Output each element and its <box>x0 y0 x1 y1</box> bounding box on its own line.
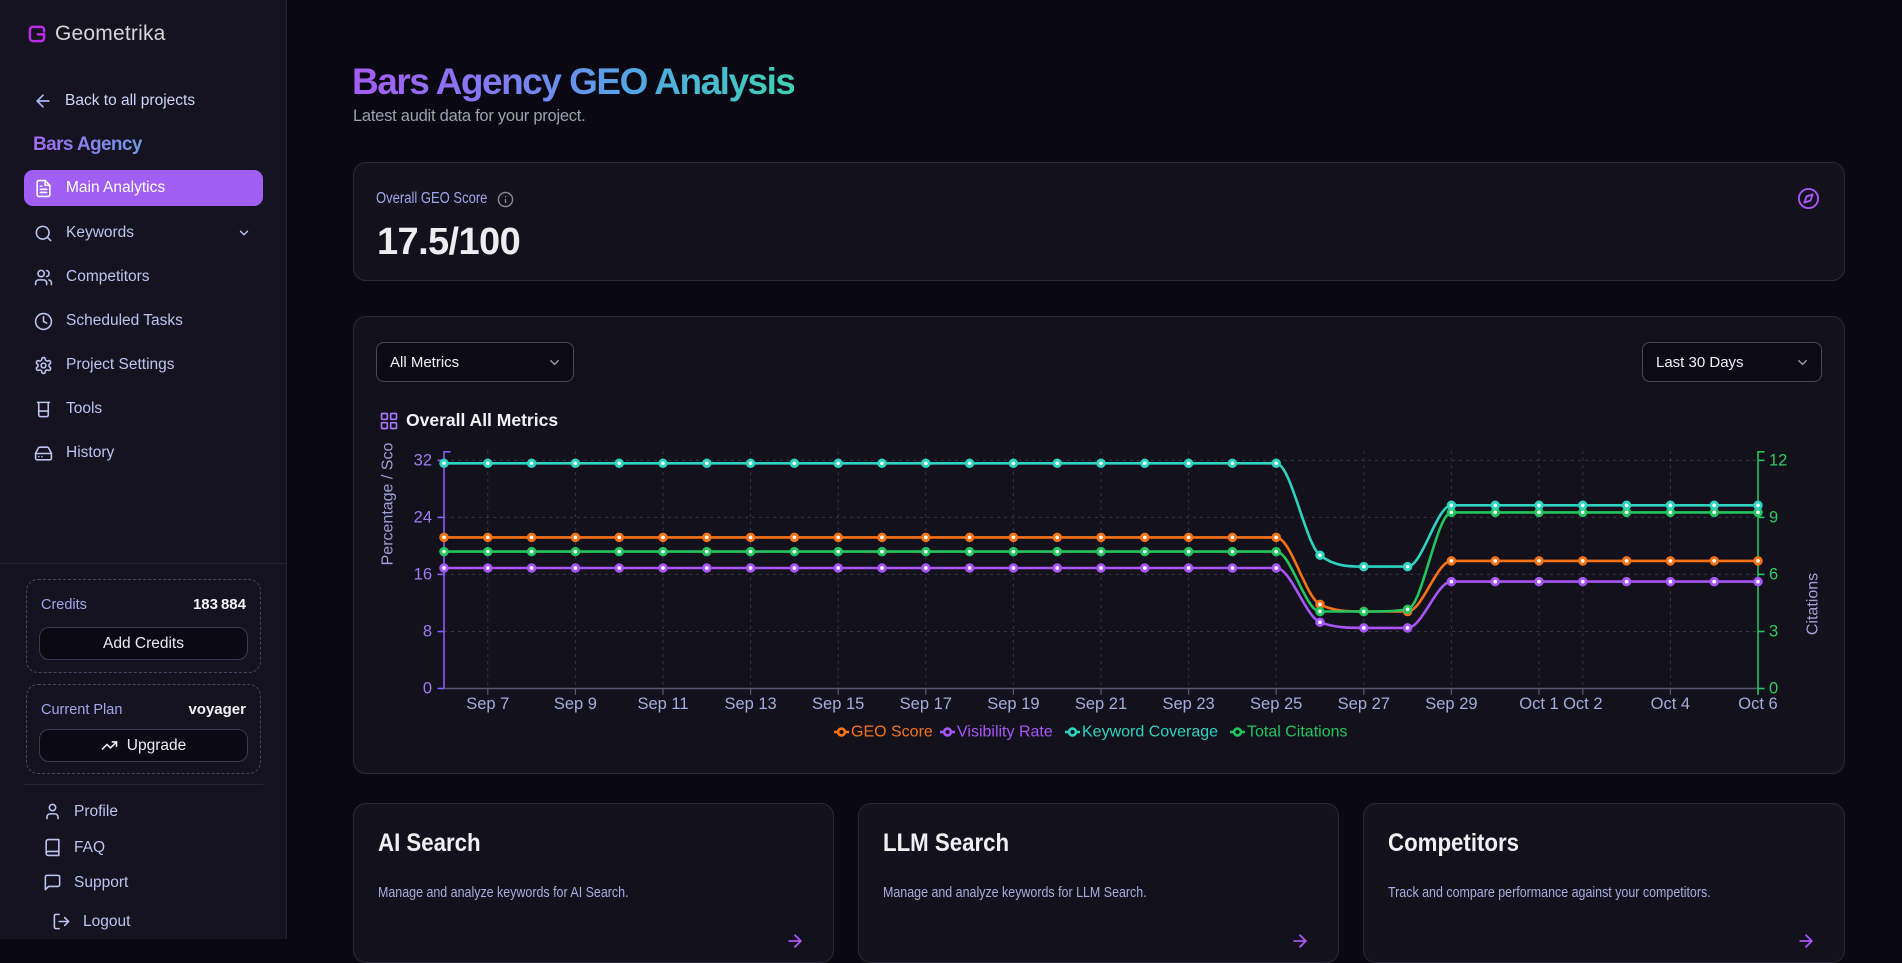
svg-text:Total Citations: Total Citations <box>1247 724 1348 741</box>
svg-text:12: 12 <box>1769 451 1787 469</box>
svg-text:Oct 2: Oct 2 <box>1563 695 1602 713</box>
svg-text:Percentage / Sco: Percentage / Sco <box>380 443 397 566</box>
svg-text:Keyword Coverage: Keyword Coverage <box>1082 724 1218 741</box>
svg-text:24: 24 <box>414 508 432 526</box>
svg-text:3: 3 <box>1769 623 1778 641</box>
svg-text:Sep 27: Sep 27 <box>1338 695 1390 713</box>
svg-text:Sep 11: Sep 11 <box>637 695 688 713</box>
svg-text:Visibility Rate: Visibility Rate <box>957 724 1053 741</box>
svg-text:9: 9 <box>1769 508 1778 526</box>
svg-text:6: 6 <box>1769 565 1778 583</box>
svg-text:Sep 15: Sep 15 <box>812 695 864 713</box>
svg-text:GEO Score: GEO Score <box>851 724 933 741</box>
svg-text:Oct 4: Oct 4 <box>1651 695 1690 713</box>
svg-text:Sep 23: Sep 23 <box>1162 695 1214 713</box>
svg-text:Oct 1: Oct 1 <box>1519 695 1558 713</box>
svg-text:Sep 29: Sep 29 <box>1425 695 1477 713</box>
svg-text:8: 8 <box>423 623 432 641</box>
svg-text:16: 16 <box>414 565 432 583</box>
svg-text:Sep 7: Sep 7 <box>466 695 509 713</box>
svg-text:Sep 25: Sep 25 <box>1250 695 1302 713</box>
svg-text:Sep 19: Sep 19 <box>987 695 1039 713</box>
svg-text:32: 32 <box>414 451 432 469</box>
svg-text:Sep 21: Sep 21 <box>1075 695 1127 713</box>
svg-text:Sep 9: Sep 9 <box>554 695 597 713</box>
svg-text:Oct 6: Oct 6 <box>1738 695 1777 713</box>
svg-text:Citations: Citations <box>1805 573 1822 635</box>
svg-text:Sep 17: Sep 17 <box>900 695 952 713</box>
svg-text:Sep 13: Sep 13 <box>724 695 776 713</box>
svg-text:0: 0 <box>423 680 432 698</box>
